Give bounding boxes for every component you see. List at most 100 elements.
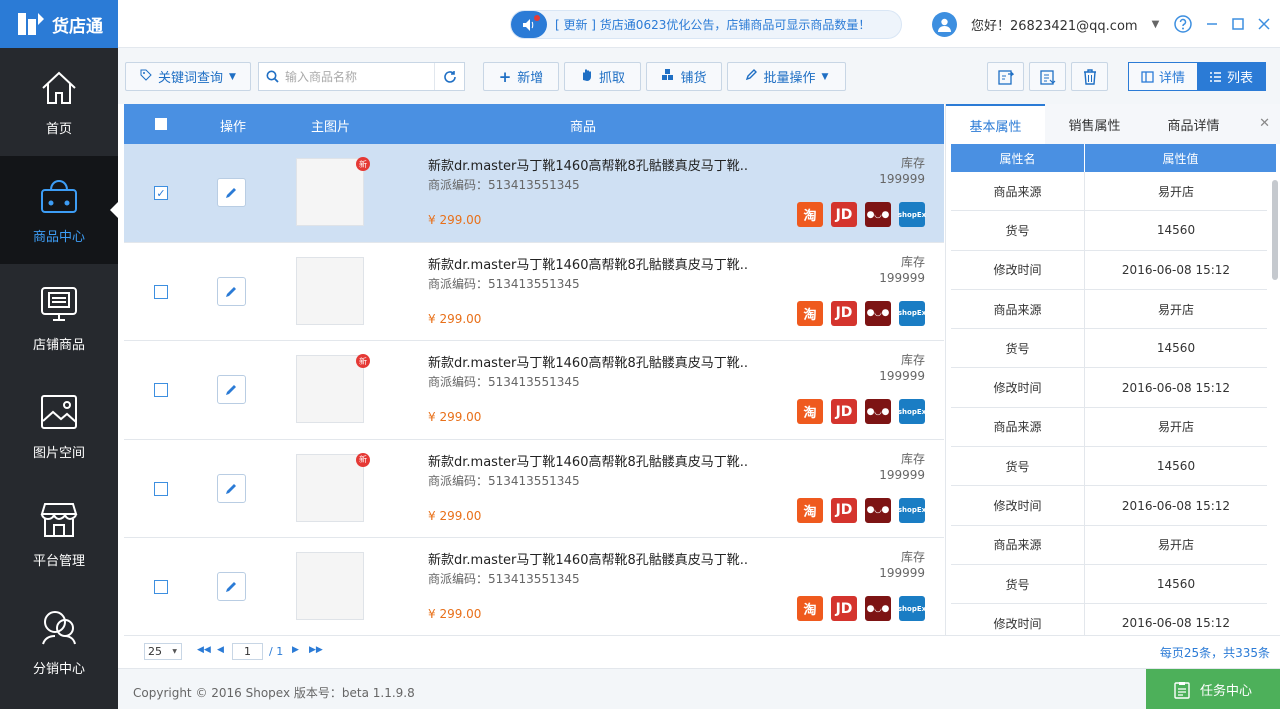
jd-icon[interactable]: JD <box>831 399 857 424</box>
tab-product-detail[interactable]: 商品详情 <box>1144 104 1243 144</box>
tmall-icon[interactable]: ●◡● <box>865 596 891 621</box>
attr-value: 易开店 <box>1157 420 1194 435</box>
tmall-icon[interactable]: ●◡● <box>865 202 891 227</box>
taobao-icon[interactable]: 淘 <box>797 596 823 621</box>
taobao-icon[interactable]: 淘 <box>797 497 823 523</box>
page-size-select[interactable]: 25 <box>144 643 182 660</box>
taobao-icon[interactable]: 淘 <box>797 300 823 326</box>
new-badge: 新 <box>356 354 370 368</box>
basket-icon <box>41 179 77 213</box>
product-title[interactable]: 新款dr.master马丁靴1460高帮靴8孔骷髅真皮马丁靴... <box>428 155 748 174</box>
next-page-icon[interactable]: ▶ <box>292 645 299 655</box>
edit-button[interactable] <box>217 473 246 503</box>
user-menu[interactable]: 您好！26823421@qq.com ▼ <box>932 12 1159 37</box>
product-title[interactable]: 新款dr.master马丁靴1460高帮靴8孔骷髅真皮马丁靴... <box>428 254 748 273</box>
attr-value: 易开店 <box>1157 538 1194 553</box>
close-icon[interactable] <box>1258 18 1270 30</box>
sidebar-item-product-center[interactable]: 商品中心 <box>0 156 118 264</box>
add-button[interactable]: + 新增 <box>483 62 559 91</box>
tab-sales-attributes[interactable]: 销售属性 <box>1045 104 1144 144</box>
sidebar-item-platform[interactable]: 平台管理 <box>0 480 118 588</box>
select-all-checkbox[interactable] <box>155 118 167 130</box>
tmall-icon[interactable]: ●◡● <box>865 399 891 424</box>
product-thumbnail[interactable] <box>296 453 364 522</box>
sidebar-item-home[interactable]: 首页 <box>0 48 118 156</box>
table-row[interactable]: 新款dr.master马丁靴1460高帮靴8孔骷髅真皮马丁靴... 商派编码：5… <box>124 242 944 341</box>
edit-button[interactable] <box>217 276 246 306</box>
table-row[interactable]: 新款dr.master马丁靴1460高帮靴8孔骷髅真皮马丁靴... 商派编码：5… <box>124 538 944 635</box>
list-view-button[interactable]: 列表 <box>1197 63 1265 90</box>
prev-page-icon[interactable]: ◀ <box>217 645 224 655</box>
product-thumbnail[interactable] <box>296 158 364 226</box>
grab-button[interactable]: 抓取 <box>564 62 641 91</box>
table-row[interactable]: ✓ 新 新款dr.master马丁靴1460高帮靴8孔骷髅真皮马丁靴... 商派… <box>124 144 944 243</box>
row-checkbox[interactable] <box>154 481 168 496</box>
maximize-icon[interactable] <box>1232 18 1244 30</box>
page-number-input[interactable]: 1 <box>232 643 263 660</box>
platform-icons: 淘 JD ●◡● shopEx <box>797 497 926 523</box>
chevron-down-icon[interactable]: ▼ <box>1152 19 1160 30</box>
edit-button[interactable] <box>217 375 246 404</box>
stock-value: 199999 <box>879 172 925 186</box>
edit-button[interactable] <box>217 178 246 207</box>
table-row[interactable]: 新 新款dr.master马丁靴1460高帮靴8孔骷髅真皮马丁靴... 商派编码… <box>124 341 944 440</box>
jd-icon[interactable]: JD <box>831 202 857 227</box>
product-thumbnail[interactable] <box>296 355 364 423</box>
tmall-icon[interactable]: ●◡● <box>865 497 891 523</box>
attr-name: 货号 <box>951 447 1085 486</box>
search-input[interactable] <box>285 63 435 90</box>
product-thumbnail[interactable] <box>296 256 364 325</box>
product-price: ¥ 299.00 <box>428 311 482 326</box>
attr-name: 货号 <box>951 329 1085 368</box>
sidebar-item-image-space[interactable]: 图片空间 <box>0 372 118 480</box>
import-button[interactable] <box>1029 62 1066 91</box>
minimize-icon[interactable] <box>1206 18 1218 30</box>
export-button[interactable] <box>987 62 1024 91</box>
shopex-icon[interactable]: shopEx <box>898 497 926 523</box>
row-checkbox[interactable] <box>154 284 168 299</box>
row-checkbox[interactable] <box>154 383 168 397</box>
shop-goods-icon <box>41 286 77 321</box>
detail-view-button[interactable]: 详情 <box>1129 63 1197 90</box>
attr-name: 商品来源 <box>951 407 1085 447</box>
batch-operation-button[interactable]: 批量操作 ▼ <box>727 62 846 91</box>
close-icon[interactable]: ✕ <box>1259 116 1270 131</box>
jd-icon[interactable]: JD <box>831 596 857 621</box>
notice-bar[interactable]: [ 更新 ] 货店通0623优化公告，店铺商品可显示商品数量！ <box>510 10 902 39</box>
help-icon[interactable] <box>1174 15 1192 33</box>
table-row[interactable]: 新 新款dr.master马丁靴1460高帮靴8孔骷髅真皮马丁靴... 商派编码… <box>124 439 944 538</box>
product-title[interactable]: 新款dr.master马丁靴1460高帮靴8孔骷髅真皮马丁靴... <box>428 549 748 568</box>
first-page-icon[interactable]: ◀◀ <box>197 645 211 655</box>
task-center-button[interactable]: 任务中心 <box>1146 669 1280 709</box>
product-title[interactable]: 新款dr.master马丁靴1460高帮靴8孔骷髅真皮马丁靴... <box>428 352 748 371</box>
app-logo: 货店通 <box>0 0 118 48</box>
distribute-button[interactable]: 铺货 <box>646 62 722 91</box>
home-icon <box>42 71 76 104</box>
property-row: 修改时间 2016-06-08 15:12 <box>951 604 1267 635</box>
sidebar-item-distribution[interactable]: 分销中心 <box>0 588 118 696</box>
sidebar-item-shop-goods[interactable]: 店铺商品 <box>0 264 118 372</box>
last-page-icon[interactable]: ▶▶ <box>309 645 323 655</box>
tmall-icon[interactable]: ●◡● <box>865 300 891 326</box>
scrollbar[interactable] <box>1272 180 1278 280</box>
taobao-icon[interactable]: 淘 <box>797 399 823 424</box>
keyword-query-button[interactable]: 关键词查询 ▼ <box>125 62 251 91</box>
jd-icon[interactable]: JD <box>831 300 857 326</box>
shopex-icon[interactable]: shopEx <box>898 202 926 227</box>
shopex-icon[interactable]: shopEx <box>898 596 926 621</box>
shopex-icon[interactable]: shopEx <box>898 399 926 424</box>
product-thumbnail[interactable] <box>296 552 364 620</box>
delete-button[interactable] <box>1071 62 1108 91</box>
edit-button[interactable] <box>217 572 246 601</box>
chevron-down-icon: ▼ <box>821 71 829 82</box>
row-checkbox[interactable]: ✓ <box>154 186 168 200</box>
taobao-icon[interactable]: 淘 <box>797 202 823 227</box>
row-checkbox[interactable] <box>154 580 168 594</box>
refresh-button[interactable] <box>434 63 464 90</box>
shopex-icon[interactable]: shopEx <box>898 300 926 326</box>
product-title[interactable]: 新款dr.master马丁靴1460高帮靴8孔骷髅真皮马丁靴... <box>428 451 748 470</box>
jd-icon[interactable]: JD <box>831 497 857 523</box>
app-name: 货店通 <box>52 16 103 37</box>
tab-basic-attributes[interactable]: 基本属性 <box>946 104 1045 144</box>
sidebar-item-label: 商品中心 <box>32 229 85 245</box>
